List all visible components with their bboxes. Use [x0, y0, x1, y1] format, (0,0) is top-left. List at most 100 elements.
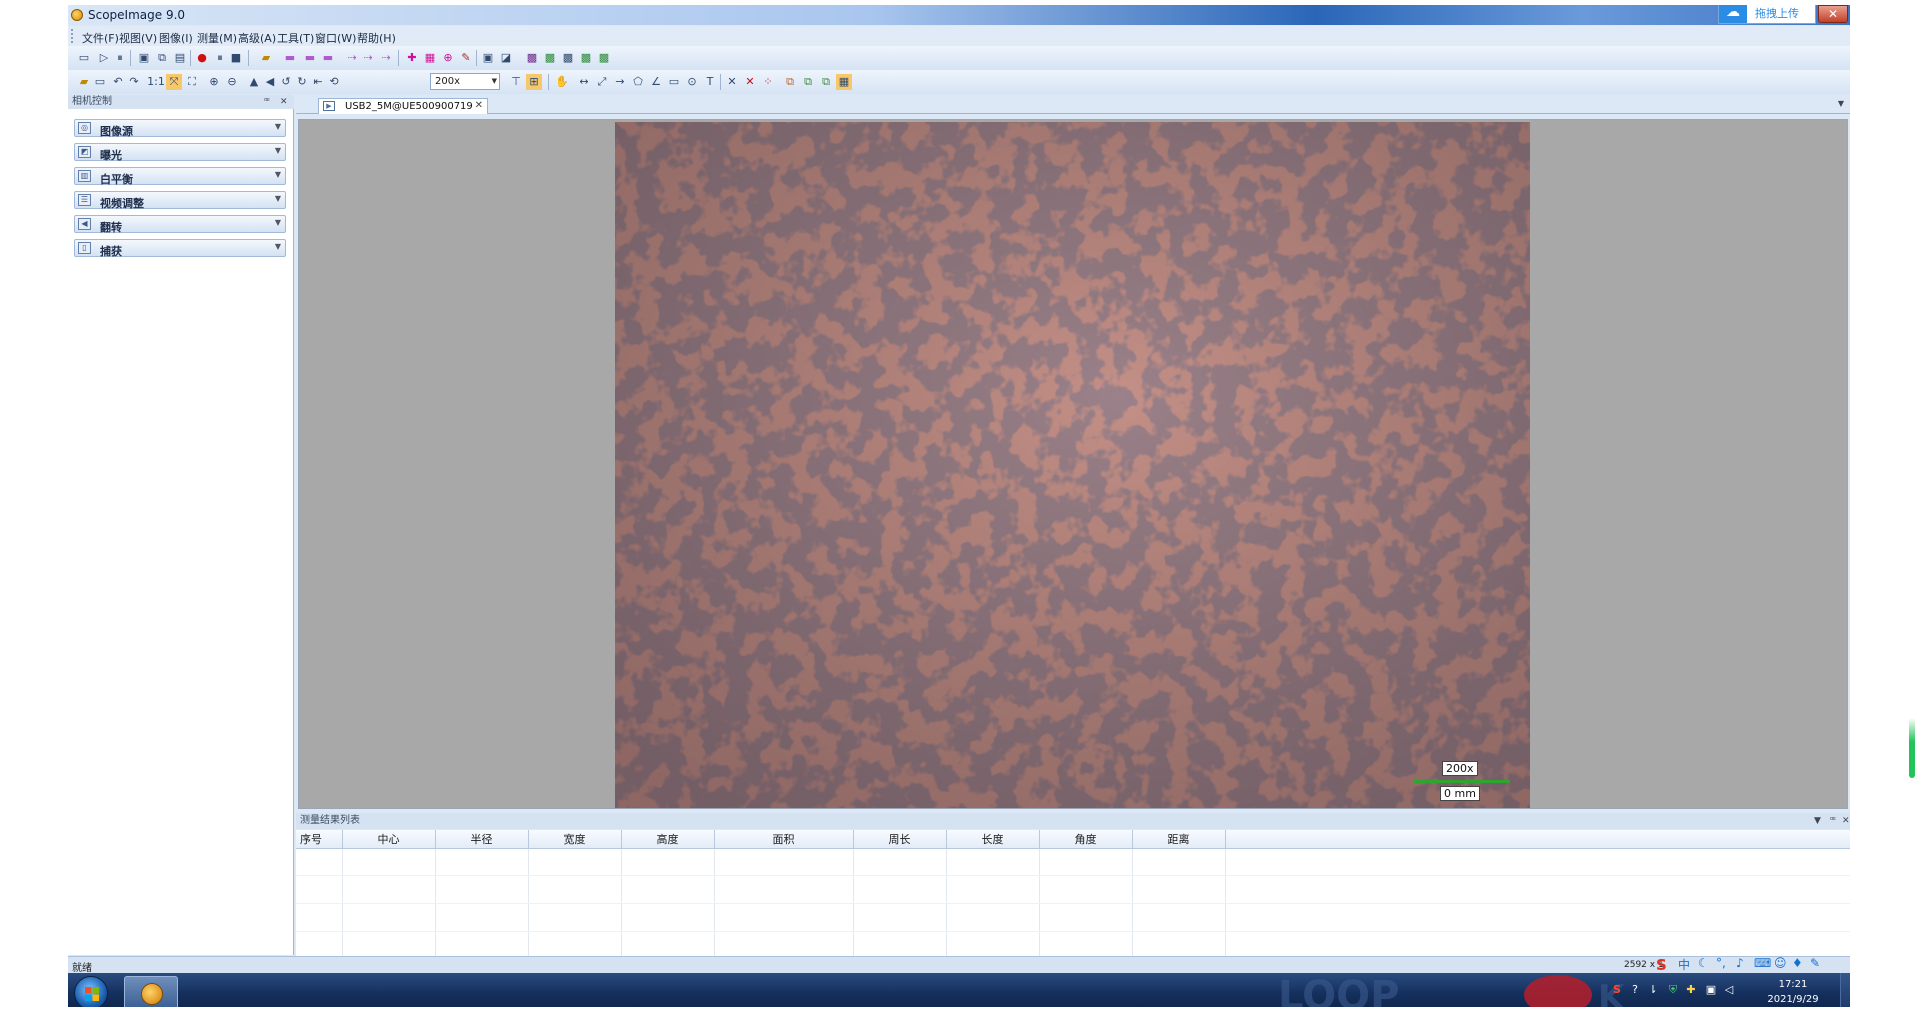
keyboard-icon[interactable]: ⌨ [1754, 956, 1771, 970]
usb-icon[interactable]: ⇂ [1646, 983, 1660, 997]
punctuation-icon[interactable]: °, [1716, 956, 1726, 970]
play-icon[interactable]: ▷ [96, 50, 112, 66]
section-flip[interactable]: ◀ 翻转 ▼ [74, 215, 286, 234]
fullscreen-icon[interactable]: ⛶ [184, 74, 200, 90]
color-picker-icon[interactable]: ✎ [458, 50, 474, 66]
flip-horizontal-icon[interactable]: ◀ [262, 74, 278, 90]
circle-icon[interactable]: ⊙ [684, 74, 700, 90]
zoom-in-icon[interactable]: ⊕ [206, 74, 222, 90]
multi-snapshot-icon[interactable]: ⧉ [154, 50, 170, 66]
menu-view[interactable]: 视图(V) [119, 30, 157, 46]
record-icon[interactable]: ● [194, 50, 210, 66]
rectangle-icon[interactable]: ▭ [666, 74, 682, 90]
user-icon[interactable]: ☺ [1774, 956, 1787, 970]
taskbar-scopeimage-app[interactable] [124, 976, 178, 1007]
open-file-icon[interactable]: ▰ [76, 74, 92, 90]
menu-tools[interactable]: 工具(T) [277, 30, 314, 46]
snapshot-icon[interactable]: ▣ [136, 50, 152, 66]
polyline-icon[interactable]: ⤢ [594, 74, 610, 90]
layer-b-icon[interactable]: ⧉ [800, 74, 816, 90]
layer-a-icon[interactable]: ⧉ [782, 74, 798, 90]
column-header-radius[interactable]: 半径 [435, 830, 529, 849]
shirt-icon[interactable]: ♦ [1792, 956, 1803, 970]
pin-icon[interactable]: ꟹ [264, 95, 270, 109]
save-icon[interactable]: ▭ [92, 74, 108, 90]
actual-size-button[interactable]: 1:1 [146, 74, 166, 90]
pan-hand-icon[interactable]: ✋ [554, 74, 570, 90]
undo-icon[interactable]: ↶ [110, 74, 126, 90]
text-icon[interactable]: T [702, 74, 718, 90]
stitch-c-icon[interactable]: ⇢ [378, 50, 394, 66]
overlay-a-icon[interactable]: ▬ [282, 50, 298, 66]
filter-e-icon[interactable]: ▩ [596, 50, 612, 66]
filter-c-icon[interactable]: ▩ [560, 50, 576, 66]
calibrate-icon[interactable]: ⊤ [508, 74, 524, 90]
zoom-level-select[interactable]: 200x ▼ [430, 73, 500, 90]
column-header-length[interactable]: 长度 [946, 830, 1040, 849]
stitch-a-icon[interactable]: ⇢ [344, 50, 360, 66]
reset-icon[interactable]: ⟲ [326, 74, 342, 90]
network-icon[interactable]: ▣ [1704, 983, 1718, 997]
layer-c-icon[interactable]: ⧉ [818, 74, 834, 90]
image-viewer[interactable]: 200x 0 mm [298, 119, 1848, 809]
wrench-icon[interactable]: ✎ [1810, 956, 1820, 970]
filter-b-icon[interactable]: ▩ [542, 50, 558, 66]
menu-advanced[interactable]: 高级(A) [238, 30, 276, 46]
column-header-perimeter[interactable]: 周长 [853, 830, 947, 849]
filter-a-icon[interactable]: ▩ [524, 50, 540, 66]
menu-image[interactable]: 图像(I) [159, 30, 193, 46]
overlay-c-icon[interactable]: ▬ [320, 50, 336, 66]
rotate-left-icon[interactable]: ↺ [278, 74, 294, 90]
folder-capture-icon[interactable]: ▤ [172, 50, 188, 66]
tab-close-icon[interactable]: ✕ [475, 100, 483, 111]
upload-button[interactable]: ☁ 拖拽上传 [1718, 5, 1816, 24]
chevron-down-icon[interactable]: ▼ [1814, 813, 1821, 829]
angle-icon[interactable]: ∠ [648, 74, 664, 90]
open-folder-icon[interactable]: ▰ [258, 50, 274, 66]
redo-icon[interactable]: ↷ [126, 74, 142, 90]
delete-icon[interactable]: ✕ [724, 74, 740, 90]
line-measure-icon[interactable]: ↔ [576, 74, 592, 90]
show-desktop-button[interactable] [1840, 973, 1850, 1007]
taskbar-clock[interactable]: 17:21 2021/9/29 [1748, 977, 1838, 1007]
microphone-icon[interactable]: ♪ [1736, 956, 1744, 970]
overlay-b-icon[interactable]: ▬ [302, 50, 318, 66]
ime-language-toggle[interactable]: 中 [1678, 956, 1690, 973]
tab-list-icon[interactable]: ▼ [1838, 99, 1844, 108]
column-header-distance[interactable]: 距离 [1132, 830, 1226, 849]
sogou-logo-icon[interactable]: S [1656, 956, 1667, 974]
target-icon[interactable]: ⊕ [440, 50, 456, 66]
column-header-index[interactable]: 序号 [296, 830, 343, 849]
menu-help[interactable]: 帮助(H) [357, 30, 396, 46]
sogou-tray-icon[interactable]: S [1610, 983, 1624, 997]
flip-vertical-icon[interactable]: ▲ [246, 74, 262, 90]
rotate-right-icon[interactable]: ↻ [294, 74, 310, 90]
panel-close-icon[interactable]: ✕ [280, 95, 288, 109]
help-icon[interactable]: ? [1628, 983, 1642, 997]
table-row[interactable] [296, 848, 1850, 877]
plus-icon[interactable]: ✚ [1684, 983, 1698, 997]
pin-icon[interactable]: ꟹ [1830, 813, 1836, 829]
record-stop-icon[interactable]: ■ [228, 50, 244, 66]
section-image-source[interactable]: ◎ 图像源 ▼ [74, 119, 286, 138]
volume-icon[interactable]: ◁ [1722, 983, 1736, 997]
moon-icon[interactable]: ☾ [1698, 956, 1709, 970]
section-video-adjust[interactable]: ☰ 视频调整 ▼ [74, 191, 286, 210]
frame-icon[interactable]: ▣ [480, 50, 496, 66]
zoom-out-icon[interactable]: ⊖ [224, 74, 240, 90]
menu-window[interactable]: 窗口(W) [315, 30, 356, 46]
filter-d-icon[interactable]: ▩ [578, 50, 594, 66]
column-header-width[interactable]: 宽度 [528, 830, 622, 849]
delete-all-icon[interactable]: ✕ [742, 74, 758, 90]
polygon-icon[interactable]: ⬠ [630, 74, 646, 90]
menu-grip[interactable] [71, 29, 74, 43]
column-header-center[interactable]: 中心 [342, 830, 436, 849]
select-objects-icon[interactable]: ⁘ [760, 74, 776, 90]
column-header-area[interactable]: 面积 [714, 830, 854, 849]
security-shield-icon[interactable]: ⛨ [1666, 983, 1680, 997]
column-header-angle[interactable]: 角度 [1039, 830, 1133, 849]
grid-icon[interactable]: ▦ [422, 50, 438, 66]
table-row[interactable] [296, 875, 1850, 905]
fit-window-icon[interactable]: ⤧ [166, 74, 182, 90]
table-icon[interactable]: ▦ [836, 74, 852, 90]
